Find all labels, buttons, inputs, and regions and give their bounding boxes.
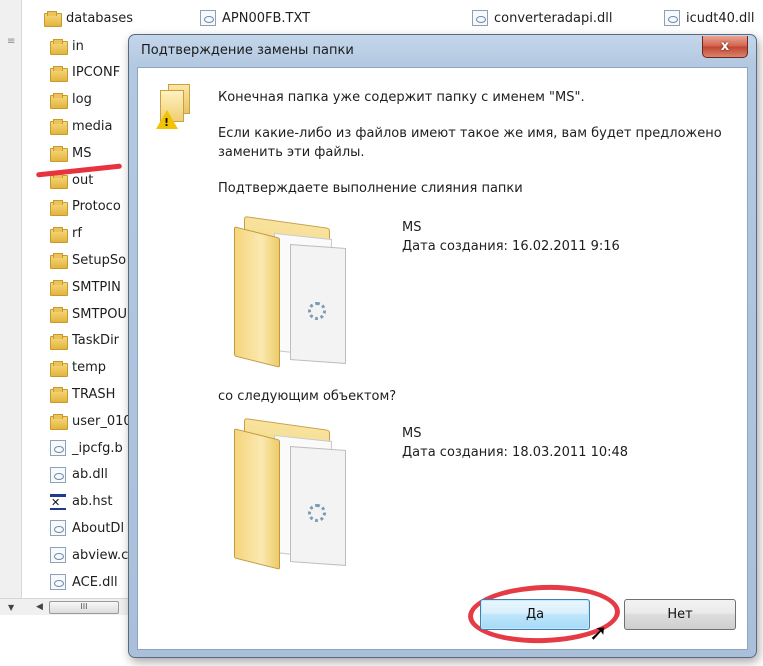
file-label: SetupSo [72, 252, 127, 268]
file-icon [50, 440, 66, 456]
file-label: IPCONF [72, 65, 121, 81]
folder-icon [50, 414, 68, 431]
folder-icon [50, 146, 68, 163]
folder-icon [50, 39, 68, 55]
file-label: ACE.dll [72, 574, 118, 590]
mouse-cursor-icon: ➚ [589, 621, 608, 646]
file-icon [472, 10, 488, 26]
file-item[interactable]: APN00FB.TXT [200, 6, 310, 30]
file-item[interactable]: Protoco [50, 195, 121, 219]
yes-button[interactable]: Да [480, 599, 590, 630]
file-item[interactable]: SMTPOU [50, 302, 127, 326]
file-item[interactable]: user_010 [50, 409, 130, 433]
file-icon [200, 10, 216, 26]
no-button[interactable]: Нет [624, 599, 736, 630]
message-replace-line1: Если какие-либо из файлов имеют такое же… [218, 126, 722, 141]
folder-icon [50, 333, 68, 350]
file-label: _ipcfg.b [72, 440, 123, 456]
file-item[interactable]: log [50, 88, 92, 112]
file-label: log [72, 92, 92, 108]
file-icon [50, 574, 66, 590]
file-item[interactable]: _ipcfg.b [50, 436, 123, 460]
file-label: APN00FB.TXT [222, 10, 311, 26]
incoming-folder-date: Дата создания: 18.03.2011 10:48 [402, 445, 629, 460]
message-merge-question: Подтверждаете выполнение слияния папки [218, 181, 523, 196]
file-label: MS [72, 145, 92, 161]
file-item[interactable]: rf [50, 222, 82, 246]
file-label: SMTPOU [72, 306, 127, 322]
folder-icon [50, 65, 68, 82]
file-label: in [72, 38, 84, 54]
folder-icon [50, 119, 68, 136]
file-item[interactable]: converteradapi.dll [472, 6, 612, 30]
file-label: SMTPIN [72, 279, 121, 295]
dialog-content: ! Конечная папка уже содержит папку с им… [137, 67, 748, 650]
dialog-titlebar[interactable]: Подтверждение замены папки x [129, 35, 756, 67]
folder-icon [50, 199, 68, 216]
file-item[interactable]: SetupSo [50, 248, 126, 272]
file-label: media [72, 118, 113, 134]
file-label: converteradapi.dll [494, 10, 613, 26]
file-item[interactable]: ab.hst [50, 490, 112, 514]
file-label: ab.dll [72, 467, 108, 483]
file-item[interactable]: temp [50, 356, 106, 380]
file-label: ab.hst [72, 494, 113, 510]
navigation-pane-edge: ≡ [0, 0, 22, 598]
message-with-object: со следующим объектом? [218, 389, 397, 404]
message-existing-folder: Конечная папка уже содержит папку с имен… [218, 90, 585, 105]
folder-icon [50, 360, 68, 377]
file-item[interactable]: abview.c [50, 543, 128, 567]
file-list: in IPCONF log media MS out Protoco rf SetupSo SMT… [50, 0, 130, 598]
confirm-folder-replace-dialog: Подтверждение замены папки x ! Конечная … [128, 34, 757, 658]
existing-folder-date: Дата создания: 16.02.2011 9:16 [402, 239, 620, 254]
folder-warning-icon: ! [156, 82, 198, 134]
dialog-title: Подтверждение замены папки [141, 43, 354, 58]
file-item[interactable]: TRASH [50, 382, 115, 406]
file-item[interactable]: MS [50, 141, 91, 165]
scrollbar-thumb[interactable]: III [48, 600, 119, 614]
folder-icon [50, 280, 68, 297]
file-item[interactable]: AboutDl [50, 516, 124, 540]
file-icon [50, 520, 66, 537]
file-icon [50, 466, 66, 483]
file-label: TRASH [72, 386, 116, 402]
horizontal-scrollbar[interactable]: ▼ ◀ III [0, 598, 130, 615]
file-icon [50, 547, 66, 564]
folder-icon [50, 307, 68, 323]
existing-folder-icon [230, 215, 350, 368]
file-item[interactable]: media [50, 114, 113, 138]
close-icon: x [720, 39, 730, 54]
folder-icon [50, 253, 68, 270]
incoming-folder-name: MS [402, 426, 422, 441]
file-label: temp [72, 360, 107, 376]
file-label: rf [72, 226, 82, 242]
message-replace-line2: заменить эти файлы. [218, 145, 365, 160]
existing-folder-name: MS [402, 220, 422, 235]
file-icon [664, 10, 680, 26]
folder-icon [50, 92, 68, 109]
folder-icon [50, 387, 68, 404]
file-label: Protoco [72, 199, 121, 215]
file-item[interactable]: ACE.dll [50, 570, 118, 594]
file-label: AboutDl [72, 520, 125, 536]
file-icon [50, 493, 66, 510]
file-item[interactable]: in [50, 34, 84, 58]
file-label: user_010 [72, 413, 130, 429]
file-item[interactable]: TaskDir [50, 329, 119, 353]
file-item[interactable]: IPCONF [50, 61, 120, 85]
close-button[interactable]: x [702, 36, 748, 58]
file-label: TaskDir [72, 333, 120, 349]
pane-splitter-grip[interactable]: ≡ [7, 36, 15, 47]
file-item[interactable]: ab.dll [50, 463, 108, 487]
file-label: icudt40.dll [686, 10, 755, 26]
file-label: abview.c [72, 547, 129, 563]
file-label: out [72, 172, 94, 188]
scroll-left-arrow[interactable]: ◀ [36, 602, 43, 612]
incoming-folder-icon [230, 417, 350, 570]
chevron-down-icon[interactable]: ▼ [8, 603, 14, 612]
file-item[interactable]: SMTPIN [50, 275, 121, 299]
file-item[interactable]: icudt40.dll [664, 6, 755, 30]
folder-icon [50, 226, 68, 243]
